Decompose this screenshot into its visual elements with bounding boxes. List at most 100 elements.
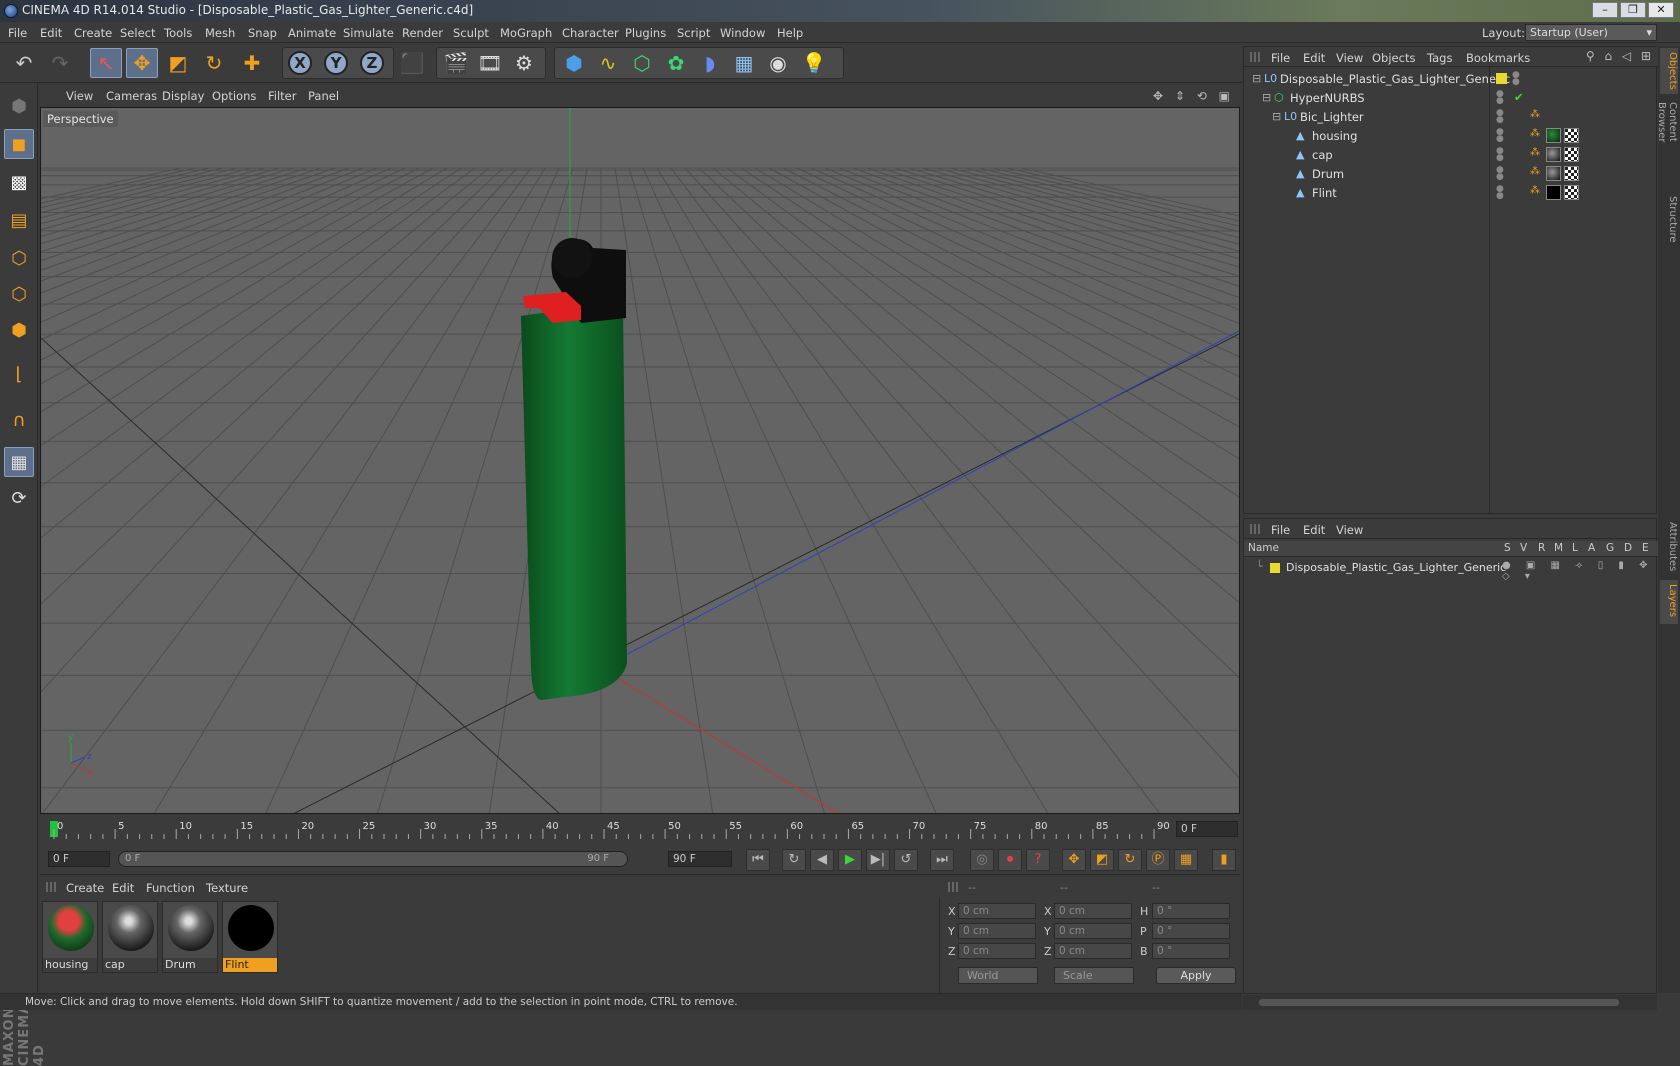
viewport-menu-view[interactable]: View (66, 89, 93, 103)
make-editable-icon[interactable]: ⬢ (4, 91, 34, 121)
object-menu-view[interactable]: View (1336, 51, 1363, 65)
visibility-dots-icon[interactable]: ● ● (1496, 147, 1504, 163)
object-manager-icons[interactable]: ⚲ ⌂ ◁ ⊞ (1586, 49, 1654, 63)
expand-toggle-icon[interactable]: ⊟ (1262, 91, 1271, 104)
deformer-icon[interactable]: ◗ (694, 48, 726, 78)
rotation-b-field[interactable]: 0 ° (1152, 943, 1230, 959)
next-frame-button[interactable]: ▶| (866, 849, 890, 871)
add-tool-icon[interactable]: ✚ (236, 48, 268, 78)
light-icon[interactable]: 💡 (798, 48, 830, 78)
viewport-scene[interactable]: y x z (41, 108, 1240, 814)
apply-button[interactable]: Apply (1156, 967, 1236, 984)
phong-tag-icon[interactable]: ⁂ (1530, 166, 1540, 177)
texture-mode-icon[interactable]: ▩ (4, 167, 34, 197)
layer-row[interactable]: └ Disposable_Plastic_Gas_Lighter_Generic… (1244, 559, 1658, 582)
material-menu-edit[interactable]: Edit (112, 881, 134, 895)
layer-col-m[interactable]: M (1554, 542, 1563, 554)
phong-tag-icon[interactable]: ⁂ (1530, 128, 1540, 139)
object-menu-objects[interactable]: Objects (1372, 51, 1415, 65)
menu-create[interactable]: Create (74, 26, 112, 40)
position-z-field[interactable]: 0 cm (958, 943, 1036, 959)
timeline[interactable]: 0 5 10 15 20 25 30 35 40 45 50 55 60 65 70 75 80 85 90 0 F (40, 815, 1240, 845)
edges-mode-icon[interactable]: ⬡ (4, 279, 34, 309)
render-settings-icon[interactable]: ⚙ (508, 48, 540, 78)
menu-mesh[interactable]: Mesh (205, 26, 235, 40)
camera-icon[interactable]: ◉ (762, 48, 794, 78)
scale-tool-icon[interactable]: ◩ (162, 48, 194, 78)
perspective-viewport[interactable]: y x z Perspective (40, 107, 1240, 814)
floor-icon[interactable]: ▦ (728, 48, 760, 78)
menu-mograph[interactable]: MoGraph (500, 26, 552, 40)
array-icon[interactable]: ✿ (660, 48, 692, 78)
object-row-flint[interactable]: ▲ Flint ● ● ⁂ (1244, 183, 1658, 203)
viewport-menu-options[interactable]: Options (212, 89, 256, 103)
material-tag-flint[interactable] (1546, 185, 1561, 200)
layer-col-r[interactable]: R (1538, 542, 1545, 554)
menu-help[interactable]: Help (777, 26, 803, 40)
tab-layers[interactable]: Layers (1660, 580, 1678, 624)
start-frame-field[interactable]: 0 F (48, 851, 110, 867)
layer-menu-view[interactable]: View (1336, 523, 1363, 537)
menu-file[interactable]: File (8, 26, 27, 40)
previous-key-button[interactable]: ↻ (782, 849, 806, 871)
object-menu-edit[interactable]: Edit (1303, 51, 1325, 65)
menu-edit[interactable]: Edit (40, 26, 62, 40)
render-view-icon[interactable]: 🎬 (440, 48, 472, 78)
current-frame-field[interactable]: 0 F (1176, 821, 1238, 837)
coordinate-system-icon[interactable]: ⬛ (396, 48, 428, 78)
position-y-field[interactable]: 0 cm (958, 923, 1036, 939)
layer-col-e[interactable]: E (1642, 542, 1649, 554)
points-mode-icon[interactable]: ⬡ (4, 243, 34, 273)
go-to-end-button[interactable]: ⏭ (930, 849, 954, 871)
layer-menu-file[interactable]: File (1271, 523, 1290, 537)
workplane-lock-icon[interactable]: ▦ (4, 447, 34, 477)
material-menu-texture[interactable]: Texture (206, 881, 248, 895)
object-row-cap[interactable]: ▲ cap ● ● ⁂ (1244, 145, 1658, 165)
phong-tag-icon[interactable]: ⁂ (1530, 109, 1540, 120)
next-key-button[interactable]: ↺ (894, 849, 918, 871)
viewport-menu-panel[interactable]: Panel (308, 89, 339, 103)
layer-menu-edit[interactable]: Edit (1303, 523, 1325, 537)
layer-horizontal-scrollbar[interactable] (1243, 995, 1657, 1010)
scrollbar-thumb[interactable] (1259, 999, 1619, 1006)
undo-icon[interactable]: ↶ (8, 48, 40, 78)
visibility-dots-icon[interactable]: ● ● (1512, 71, 1520, 87)
menu-script[interactable]: Script (677, 26, 710, 40)
preview-range-slider[interactable]: 0 F 90 F (118, 851, 628, 867)
play-button[interactable]: ▶ (838, 849, 862, 871)
y-axis-lock-button[interactable]: Y (320, 48, 352, 78)
menu-plugins[interactable]: Plugins (625, 26, 666, 40)
key-pla-icon[interactable]: ▦ (1174, 849, 1198, 871)
layer-switch-icons[interactable]: ● ▣ ▦ ⟢ ▯ ▮ ✥ ◇ ▾ (1502, 560, 1658, 582)
panel-grip-icon[interactable] (1250, 524, 1260, 534)
workplane-mode-icon[interactable]: ▤ (4, 205, 34, 235)
key-rotation-icon[interactable]: ↻ (1118, 849, 1142, 871)
material-housing[interactable]: housing (42, 901, 98, 973)
size-z-field[interactable]: 0 cm (1054, 943, 1132, 959)
x-axis-lock-button[interactable]: X (284, 48, 316, 78)
key-parameter-icon[interactable]: Ⓟ (1146, 849, 1170, 871)
move-tool-icon[interactable]: ✥ (126, 48, 158, 78)
phong-tag-icon[interactable]: ⁂ (1530, 185, 1540, 196)
position-x-field[interactable]: 0 cm (958, 903, 1036, 919)
tab-structure[interactable]: Structure (1660, 192, 1678, 248)
layout-select[interactable]: Startup (User) (1525, 24, 1657, 41)
key-scale-icon[interactable]: ◩ (1090, 849, 1114, 871)
nurbs-icon[interactable]: ⬡ (626, 48, 658, 78)
visibility-dots-icon[interactable]: ● ● (1496, 90, 1504, 106)
snap-icon[interactable]: ∩ (4, 405, 34, 435)
rotation-p-field[interactable]: 0 ° (1152, 923, 1230, 939)
menu-sculpt[interactable]: Sculpt (453, 26, 489, 40)
menu-animate[interactable]: Animate (288, 26, 336, 40)
material-flint[interactable]: Flint (222, 901, 278, 973)
spline-icon[interactable]: ∿ (592, 48, 624, 78)
viewport-menu-filter[interactable]: Filter (268, 89, 296, 103)
panel-grip-icon[interactable] (1250, 52, 1260, 62)
rotation-h-field[interactable]: 0 ° (1152, 903, 1230, 919)
visibility-dots-icon[interactable]: ● ● (1496, 109, 1504, 125)
material-cap[interactable]: cap (102, 901, 158, 973)
cube-object-icon[interactable]: ⬢ (558, 48, 590, 78)
size-y-field[interactable]: 0 cm (1054, 923, 1132, 939)
uvw-tag-icon[interactable] (1564, 166, 1579, 181)
layer-col-s[interactable]: S (1504, 542, 1511, 554)
